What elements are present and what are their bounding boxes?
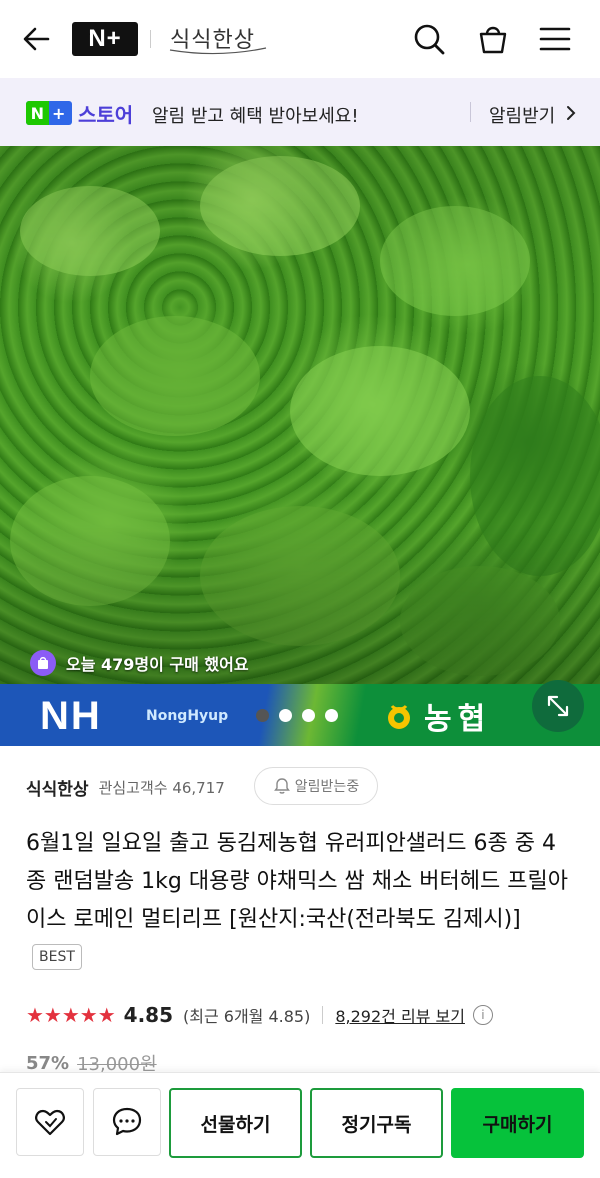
- gift-button[interactable]: 선물하기: [169, 1088, 302, 1158]
- follower-count: 관심고객수 46,717: [98, 779, 225, 797]
- shopping-bag-icon: [30, 650, 56, 676]
- carousel-dot[interactable]: [302, 709, 315, 722]
- nh-nonghyup-banner[interactable]: NH NongHyup 농협: [0, 684, 600, 746]
- bottom-action-bar: 선물하기 정기구독 구매하기: [0, 1072, 600, 1178]
- subscribe-button[interactable]: 정기구독: [310, 1088, 443, 1158]
- best-badge: BEST: [32, 944, 82, 970]
- expand-icon: [547, 695, 569, 717]
- rating-score: 4.85: [123, 1003, 174, 1027]
- hamburger-menu-icon[interactable]: [538, 22, 572, 56]
- carousel-dot[interactable]: [256, 709, 269, 722]
- today-buyers-badge: 오늘 479명이 구매 했어요: [30, 646, 249, 680]
- store-logo-label: 스토어: [78, 102, 134, 127]
- nh-korean-logo-text: 농협: [424, 702, 492, 737]
- rating-row: ★★★★★ 4.85 (최근 6개월 4.85) 8,292건 리뷰 보기 i: [26, 1000, 493, 1030]
- promo-message: 알림 받고 혜택 받아보세요!: [152, 106, 359, 127]
- top-app-bar: N+ 식식한상: [0, 0, 600, 78]
- expand-image-button[interactable]: [532, 680, 584, 732]
- nh-logo-text: NH: [40, 694, 102, 738]
- store-logo-swoosh: [169, 47, 267, 55]
- promo-divider: [470, 102, 471, 122]
- chat-inquiry-button[interactable]: [93, 1088, 161, 1156]
- seller-name-link[interactable]: 식식한상: [26, 775, 89, 800]
- rating-stars: ★★★★★: [26, 1003, 116, 1027]
- today-buyers-text: 오늘 479명이 구매 했어요: [66, 655, 249, 674]
- heart-tag-icon: [35, 1109, 65, 1136]
- bell-icon: [273, 778, 290, 794]
- shopping-bag-icon[interactable]: [476, 22, 510, 56]
- header-divider: [150, 30, 151, 48]
- naver-plus-badge[interactable]: N+: [72, 22, 138, 56]
- discount-rate: 57%: [26, 1052, 70, 1074]
- buy-button[interactable]: 구매하기: [451, 1088, 584, 1158]
- rating-divider: [322, 1006, 324, 1024]
- chevron-right-icon: [567, 106, 576, 120]
- nonghyup-symbol-icon: [388, 704, 410, 729]
- notification-promo-bar: N+ 스토어 알림 받고 혜택 받아보세요! 알림받기: [0, 78, 600, 146]
- product-title-block: 6월1일 일요일 출고 동김제농협 유러피안샐러드 6종 중 4종 랜덤발송 1…: [26, 825, 576, 977]
- wishlist-button[interactable]: [16, 1088, 84, 1156]
- product-title: 6월1일 일요일 출고 동김제농협 유러피안샐러드 6종 중 4종 랜덤발송 1…: [26, 831, 568, 932]
- carousel-dot[interactable]: [325, 709, 338, 722]
- seller-info: 식식한상 관심고객수 46,717: [26, 775, 225, 800]
- carousel-indicator: [256, 709, 338, 722]
- product-image-lettuce[interactable]: [0, 146, 600, 684]
- notification-subscribed-button[interactable]: 알림받는중: [254, 767, 378, 805]
- carousel-dot[interactable]: [279, 709, 292, 722]
- notification-subscribed-label: 알림받는중: [294, 779, 360, 795]
- chat-bubble-icon: [112, 1107, 142, 1136]
- back-arrow-icon[interactable]: [20, 22, 54, 56]
- nplus-logo-badge: N+: [26, 101, 72, 125]
- nplus-store-logo: N+ 스토어: [26, 100, 134, 127]
- reviews-link[interactable]: 8,292건 리뷰 보기: [335, 1003, 465, 1027]
- search-icon[interactable]: [412, 22, 446, 56]
- info-icon[interactable]: i: [472, 1005, 493, 1025]
- get-notifications-link[interactable]: 알림받기: [489, 102, 555, 128]
- recent-rating: (최근 6개월 4.85): [183, 1007, 311, 1026]
- nh-logo-subtext: NongHyup: [146, 708, 229, 724]
